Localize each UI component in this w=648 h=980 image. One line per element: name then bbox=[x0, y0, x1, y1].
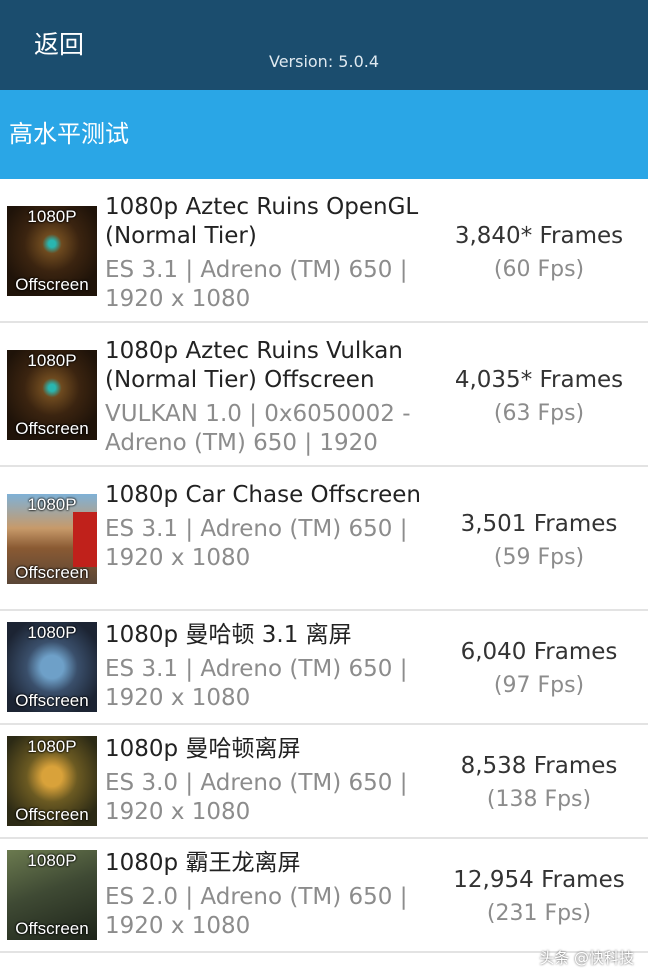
test-name: 1080p 曼哈顿离屏 bbox=[105, 736, 301, 762]
test-thumbnail: 1080P Offscreen bbox=[7, 736, 97, 826]
thumbnail-mode-label: Offscreen bbox=[15, 563, 89, 582]
test-row[interactable]: 1080P Offscreen 1080p Aztec Ruins OpenGL… bbox=[0, 179, 648, 323]
test-row[interactable]: 1080P Offscreen 1080p 霸王龙离屏 ES 2.0 | Adr… bbox=[0, 839, 648, 953]
test-fps: (97 Fps) bbox=[493, 673, 585, 698]
test-thumbnail: 1080P Offscreen bbox=[7, 206, 97, 296]
test-name: 1080p Car Chase Offscreen bbox=[105, 482, 421, 508]
test-frames: 8,538 Frames bbox=[460, 753, 618, 779]
test-spec: ES 3.1 | Adreno (TM) 650 | 1920 x 1080 bbox=[105, 257, 408, 312]
thumbnail-mode-label: Offscreen bbox=[15, 919, 89, 938]
test-row[interactable]: 1080P Offscreen 1080p 曼哈顿 3.1 离屏 ES 3.1 … bbox=[0, 611, 648, 725]
thumbnail-resolution-label: 1080P bbox=[27, 207, 77, 226]
test-fps: (59 Fps) bbox=[493, 545, 585, 570]
test-spec: ES 3.1 | Adreno (TM) 650 | 1920 x 1080 bbox=[105, 656, 408, 711]
test-fps: (63 Fps) bbox=[493, 401, 585, 426]
test-name: 1080p Aztec Ruins OpenGL (Normal Tier) bbox=[105, 194, 419, 249]
test-spec: ES 2.0 | Adreno (TM) 650 | 1920 x 1080 bbox=[105, 884, 408, 939]
test-fps: (231 Fps) bbox=[486, 901, 592, 926]
test-fps: (60 Fps) bbox=[493, 257, 585, 282]
test-thumbnail: 1080P Offscreen bbox=[7, 850, 97, 940]
thumbnail-mode-label: Offscreen bbox=[15, 691, 89, 710]
test-spec: ES 3.0 | Adreno (TM) 650 | 1920 x 1080 bbox=[105, 770, 408, 825]
app-header: 返回 Version: 5.0.4 bbox=[0, 0, 648, 90]
test-name: 1080p Aztec Ruins Vulkan (Normal Tier) O… bbox=[105, 338, 403, 393]
thumbnail-resolution-label: 1080P bbox=[27, 351, 77, 370]
test-frames: 3,840* Frames bbox=[454, 223, 624, 249]
test-row[interactable]: 1080P Offscreen 1080p Car Chase Offscree… bbox=[0, 467, 648, 611]
version-label: Version: 5.0.4 bbox=[268, 52, 380, 71]
test-spec: VULKAN 1.0 | 0x6050002 - Adreno (TM) 650… bbox=[105, 401, 411, 456]
test-name: 1080p 霸王龙离屏 bbox=[105, 850, 301, 876]
test-spec: ES 3.1 | Adreno (TM) 650 | 1920 x 1080 bbox=[105, 516, 408, 571]
test-fps: (138 Fps) bbox=[486, 787, 592, 812]
thumbnail-resolution-label: 1080P bbox=[27, 495, 77, 514]
test-thumbnail: 1080P Offscreen bbox=[7, 350, 97, 440]
test-frames: 4,035* Frames bbox=[454, 367, 624, 393]
test-frames: 12,954 Frames bbox=[453, 867, 625, 893]
test-thumbnail: 1080P Offscreen bbox=[7, 494, 97, 584]
thumbnail-mode-label: Offscreen bbox=[15, 419, 89, 438]
test-row[interactable]: 1080P Offscreen 1080p 曼哈顿离屏 ES 3.0 | Adr… bbox=[0, 725, 648, 839]
section-title: 高水平测试 bbox=[0, 90, 648, 179]
watermark: 头条 @快科技 bbox=[539, 949, 634, 967]
thumbnail-mode-label: Offscreen bbox=[15, 805, 89, 824]
thumbnail-resolution-label: 1080P bbox=[27, 737, 77, 756]
test-results-list: 1080P Offscreen 1080p Aztec Ruins OpenGL… bbox=[0, 179, 648, 953]
test-thumbnail: 1080P Offscreen bbox=[7, 622, 97, 712]
thumbnail-resolution-label: 1080P bbox=[27, 851, 77, 870]
thumbnail-resolution-label: 1080P bbox=[27, 623, 77, 642]
car-graphic bbox=[73, 512, 97, 567]
test-row[interactable]: 1080P Offscreen 1080p Aztec Ruins Vulkan… bbox=[0, 323, 648, 467]
test-frames: 3,501 Frames bbox=[460, 511, 618, 537]
thumbnail-mode-label: Offscreen bbox=[15, 275, 89, 294]
test-name: 1080p 曼哈顿 3.1 离屏 bbox=[105, 622, 352, 648]
test-frames: 6,040 Frames bbox=[460, 639, 618, 665]
